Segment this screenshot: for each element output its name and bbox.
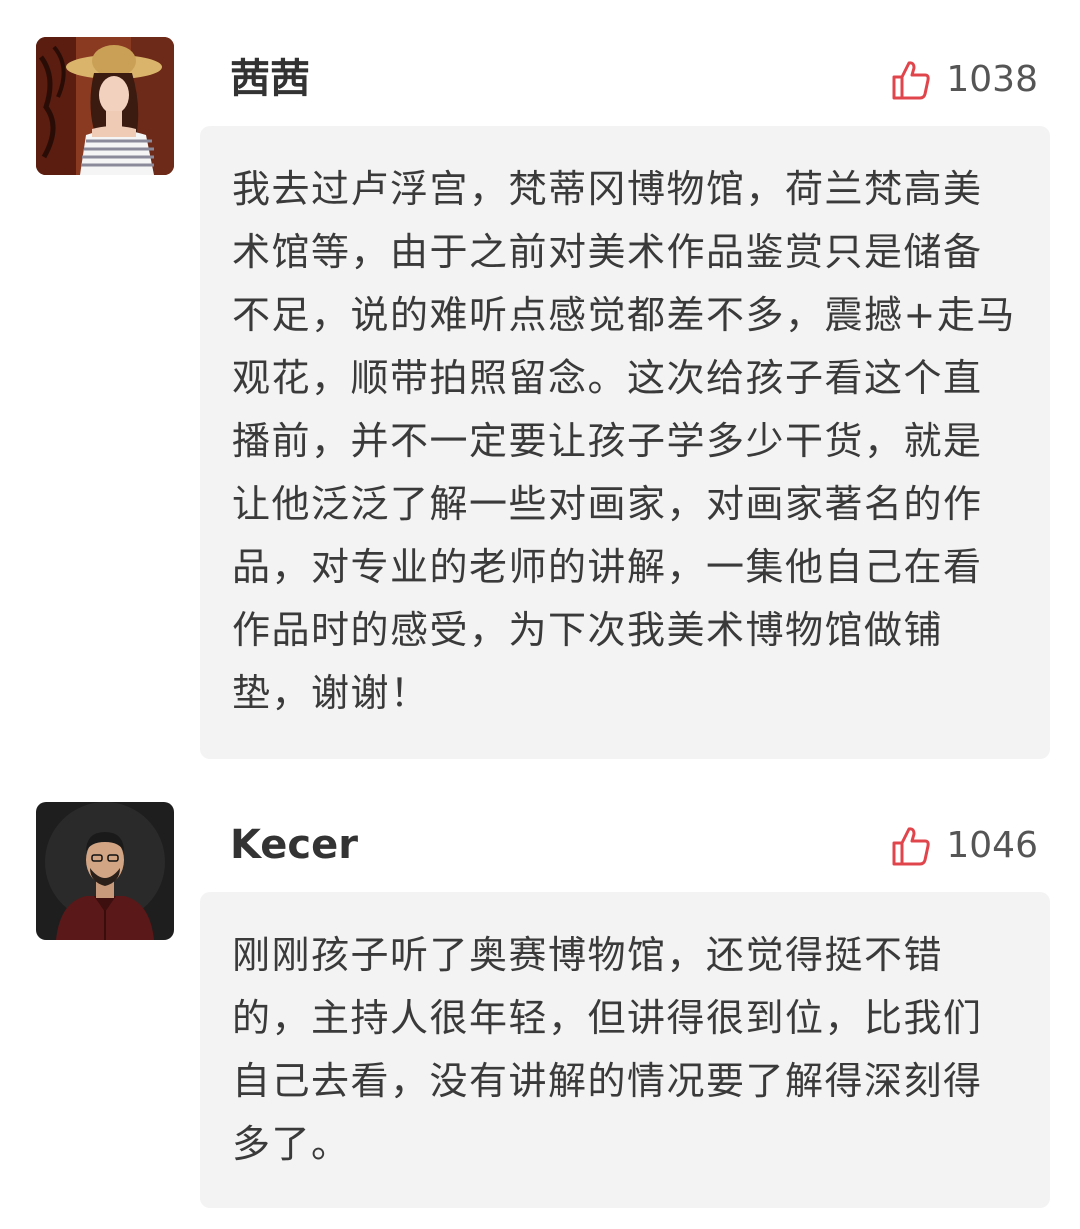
like-count: 1038 (946, 59, 1038, 100)
like-button[interactable]: 1038 (890, 56, 1038, 104)
avatar[interactable] (36, 802, 174, 940)
like-count: 1046 (946, 825, 1038, 866)
comment-text: 刚刚孩子听了奥赛博物馆，还觉得挺不错的，主持人很年轻，但讲得很到位，比我们自己去… (232, 933, 983, 1166)
avatar[interactable] (36, 37, 174, 175)
like-button[interactable]: 1046 (890, 822, 1038, 870)
woman-with-straw-hat-avatar-icon (36, 37, 174, 175)
username[interactable]: Kecer (230, 821, 358, 869)
comment-bubble: 我去过卢浮宫，梵蒂冈博物馆，荷兰梵高美术馆等，由于之前对美术作品鉴赏只是储备不足… (200, 126, 1050, 759)
thumbs-up-icon (892, 827, 931, 866)
username[interactable]: 茜茜 (230, 55, 310, 103)
comment-bubble: 刚刚孩子听了奥赛博物馆，还觉得挺不错的，主持人很年轻，但讲得很到位，比我们自己去… (200, 892, 1050, 1208)
comment-text: 我去过卢浮宫，梵蒂冈博物馆，荷兰梵高美术馆等，由于之前对美术作品鉴赏只是储备不足… (232, 167, 1016, 715)
comment-item: Kecer 1046 刚刚孩子听了奥赛博物馆，还觉得挺不错的，主持人很年轻，但讲… (0, 780, 1080, 1229)
comment-item: 茜茜 1038 我去过卢浮宫，梵蒂冈博物馆，荷兰梵高美术馆等，由于之前对美术作品… (0, 0, 1080, 770)
thumbs-up-icon (892, 61, 931, 100)
man-dark-shirt-avatar-icon (36, 802, 174, 940)
